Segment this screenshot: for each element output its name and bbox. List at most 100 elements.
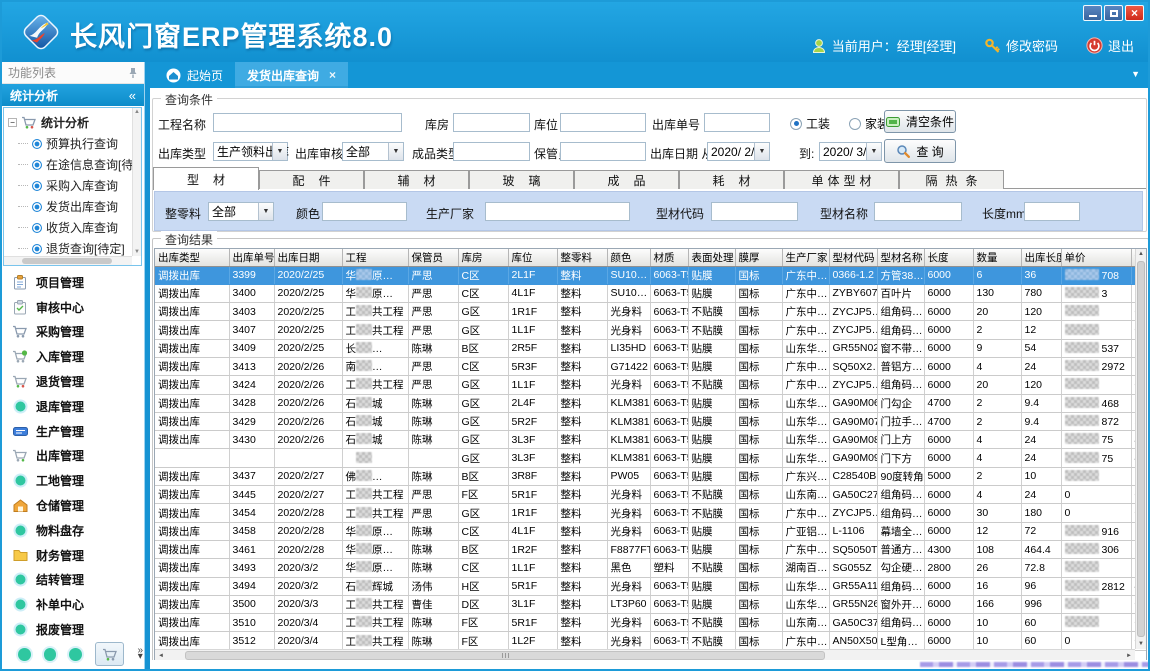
sidebar-item-物料盘存[interactable]: 物料盘存 bbox=[2, 518, 143, 543]
radio-gongzhuang[interactable]: 工装 bbox=[790, 115, 830, 132]
column-header[interactable]: 出库长度 bbox=[1021, 249, 1061, 266]
table-row[interactable]: 调拨出库34942020/3/2石辉城汤伟H区5R1F整料光身料6063-T5贴… bbox=[155, 577, 1147, 595]
tree-item[interactable]: 在途信息查询[待 bbox=[18, 154, 141, 175]
table-row[interactable]: 调拨出库34372020/2/27佛…陈琳B区3R8F整料PW056063-T5… bbox=[155, 467, 1147, 485]
change-password-button[interactable]: 修改密码 bbox=[984, 36, 1058, 55]
sidebar-item-报废管理[interactable]: 报废管理 bbox=[2, 617, 143, 639]
material-tab-耗材[interactable]: 耗材 bbox=[679, 170, 784, 189]
tree-item[interactable]: 收货入库查询 bbox=[18, 217, 141, 238]
pin-icon[interactable] bbox=[128, 67, 138, 79]
sidebar-section-header[interactable]: 统计分析 « bbox=[2, 84, 144, 106]
column-header[interactable]: 库位 bbox=[508, 249, 557, 266]
length-input[interactable] bbox=[1024, 202, 1080, 221]
table-row[interactable]: 调拨出库34302020/2/26石城陈琳G区3L3F整料KLM38176063… bbox=[155, 431, 1147, 449]
sidebar-item-结转管理[interactable]: 结转管理 bbox=[2, 568, 143, 593]
table-row[interactable]: 调拨出库34542020/2/28工共工程严思G区1R1F整料光身料6063-T… bbox=[155, 504, 1147, 522]
cart-button[interactable] bbox=[95, 642, 124, 666]
profile-name-input[interactable] bbox=[874, 202, 962, 221]
project-name-input[interactable] bbox=[213, 113, 402, 132]
table-row[interactable]: G区3L3F整料KLM38176063-T5贴膜国标山东华…GA90M09…门下… bbox=[155, 449, 1147, 467]
sidebar-item-工地管理[interactable]: 工地管理 bbox=[2, 468, 143, 493]
material-tab-辅材[interactable]: 辅材 bbox=[364, 170, 469, 189]
minimize-icon[interactable] bbox=[1083, 5, 1102, 21]
tree-expander-icon[interactable]: − bbox=[8, 118, 17, 127]
column-header[interactable]: 型材名称 bbox=[877, 249, 924, 266]
sidebar-item-审核中心[interactable]: 审核中心 bbox=[2, 295, 143, 320]
collapse-icon[interactable]: « bbox=[129, 88, 136, 103]
close-icon[interactable]: × bbox=[1125, 5, 1144, 21]
table-row[interactable]: 调拨出库34292020/2/26石城陈琳G区5R2F整料KLM38176063… bbox=[155, 412, 1147, 430]
table-row[interactable]: 调拨出库34932020/3/2华原…陈琳C区1L1F整料黑色塑料不贴膜国标湖南… bbox=[155, 559, 1147, 577]
tree-item[interactable]: 预算执行查询 bbox=[18, 133, 141, 154]
table-row[interactable]: 调拨出库34582020/2/28华原…陈琳C区4L1F整料光身料6063-T5… bbox=[155, 522, 1147, 540]
tree-horizontal-scrollbar[interactable] bbox=[4, 256, 132, 265]
column-header[interactable]: 工程 bbox=[342, 249, 408, 266]
sidebar-item-项目管理[interactable]: 项目管理 bbox=[2, 270, 143, 295]
table-row[interactable]: 调拨出库34002020/2/25华原…严思C区4L1F整料SU10…6063-… bbox=[155, 284, 1147, 302]
sidebar-item-财务管理[interactable]: 财务管理 bbox=[2, 543, 143, 568]
date-from-select[interactable]: 2020/ 2/16▼ bbox=[707, 142, 770, 161]
tree-item[interactable]: 采购入库查询 bbox=[18, 175, 141, 196]
table-row[interactable]: 调拨出库34282020/2/26石城陈琳G区2L4F整料KLM38176063… bbox=[155, 394, 1147, 412]
column-header[interactable]: 颜色 bbox=[607, 249, 650, 266]
table-row[interactable]: 调拨出库34092020/2/25长…陈琳B区2R5F整料LI35HD6063-… bbox=[155, 339, 1147, 357]
table-row[interactable]: 调拨出库33992020/2/25华原…严思C区2L1F整料SU10…6063-… bbox=[155, 266, 1147, 284]
table-row[interactable]: 调拨出库34072020/2/25工共工程严思G区1L1F整料光身料6063-T… bbox=[155, 321, 1147, 339]
overflow-chevron-icon[interactable]: »▾ bbox=[137, 648, 143, 660]
material-tab-配件[interactable]: 配件 bbox=[259, 170, 364, 189]
column-header[interactable]: 整零料 bbox=[557, 249, 607, 266]
table-row[interactable]: 调拨出库35002020/3/3工共工程曹佳D区3L1F整料LT3P606063… bbox=[155, 595, 1147, 613]
column-header[interactable]: 材质 bbox=[650, 249, 688, 266]
sidebar-item-退库管理[interactable]: 退库管理 bbox=[2, 394, 143, 419]
order-no-input[interactable] bbox=[704, 113, 770, 132]
vertical-scrollbar[interactable]: ▲▼ bbox=[1135, 249, 1146, 649]
close-tab-icon[interactable]: × bbox=[329, 68, 336, 82]
profile-code-input[interactable] bbox=[711, 202, 798, 221]
column-header[interactable]: 数量 bbox=[973, 249, 1021, 266]
sidebar-item-生产管理[interactable]: 生产管理 bbox=[2, 419, 143, 444]
material-tab-隔热条[interactable]: 隔热条 bbox=[899, 170, 1004, 189]
table-row[interactable]: 调拨出库34132020/2/26南…严思C区5R3F整料G714226063-… bbox=[155, 357, 1147, 375]
search-button[interactable]: 查 询 bbox=[884, 139, 956, 163]
radio-jiazhuang[interactable]: 家装 bbox=[849, 115, 889, 132]
table-row[interactable]: 调拨出库34032020/2/25工共工程严思G区1R1F整料光身料6063-T… bbox=[155, 303, 1147, 321]
column-header[interactable]: 保管员 bbox=[408, 249, 458, 266]
location-input[interactable] bbox=[560, 113, 646, 132]
table-row[interactable]: 调拨出库35102020/3/4工共工程陈琳F区5R1F整料光身料6063-T5… bbox=[155, 614, 1147, 632]
column-header[interactable]: 库房 bbox=[458, 249, 508, 266]
tree-root[interactable]: − 统计分析 bbox=[4, 108, 141, 133]
table-row[interactable]: 调拨出库34242020/2/26工共工程严思G区1L1F整料光身料6063-T… bbox=[155, 376, 1147, 394]
audit-select[interactable]: 全部▼ bbox=[342, 142, 404, 161]
column-header[interactable]: 表面处理 bbox=[688, 249, 735, 266]
tab-home[interactable]: 起始页 bbox=[154, 62, 235, 88]
logout-button[interactable]: 退出 bbox=[1086, 36, 1134, 55]
circle-icon[interactable] bbox=[18, 648, 31, 661]
tree-vertical-scrollbar[interactable]: ▲▼ bbox=[132, 108, 141, 256]
circle-icon[interactable] bbox=[44, 648, 57, 661]
sidebar-item-采购管理[interactable]: 采购管理 bbox=[2, 320, 143, 345]
column-header[interactable]: 单价 bbox=[1061, 249, 1131, 266]
maximize-icon[interactable] bbox=[1104, 5, 1123, 21]
outbound-type-select[interactable]: 生产领料出库▼ bbox=[213, 142, 288, 161]
column-header[interactable]: 出库类型 bbox=[155, 249, 229, 266]
material-tab-型材[interactable]: 型材 bbox=[153, 167, 259, 190]
circle-icon[interactable] bbox=[69, 648, 82, 661]
color-input[interactable] bbox=[322, 202, 407, 221]
sidebar-item-退货管理[interactable]: 退货管理 bbox=[2, 369, 143, 394]
table-row[interactable]: 调拨出库34612020/2/28华原…陈琳B区1R2F整料F8877FT606… bbox=[155, 540, 1147, 558]
warehouse-input[interactable] bbox=[453, 113, 530, 132]
product-type-input[interactable] bbox=[453, 142, 530, 161]
whole-part-select[interactable]: 全部▼ bbox=[208, 202, 274, 221]
column-header[interactable]: 型材代码 bbox=[829, 249, 877, 266]
tab-list-dropdown-icon[interactable]: ▼ bbox=[1131, 69, 1140, 79]
keeper-input[interactable] bbox=[560, 142, 646, 161]
column-header[interactable]: 出库单号 bbox=[229, 249, 274, 266]
column-header[interactable]: 出库日期 bbox=[274, 249, 342, 266]
material-tab-玻璃[interactable]: 玻璃 bbox=[469, 170, 574, 189]
column-header[interactable]: 膜厚 bbox=[735, 249, 782, 266]
table-row[interactable]: 调拨出库35122020/3/4工共工程陈琳F区1L2F整料光身料6063-T5… bbox=[155, 632, 1147, 650]
manufacturer-input[interactable] bbox=[485, 202, 630, 221]
clear-conditions-button[interactable]: 清空条件 bbox=[884, 110, 956, 133]
table-row[interactable]: 调拨出库34452020/2/27工共工程严思F区5R1F整料光身料6063-T… bbox=[155, 486, 1147, 504]
sidebar-item-入库管理[interactable]: 入库管理 bbox=[2, 344, 143, 369]
